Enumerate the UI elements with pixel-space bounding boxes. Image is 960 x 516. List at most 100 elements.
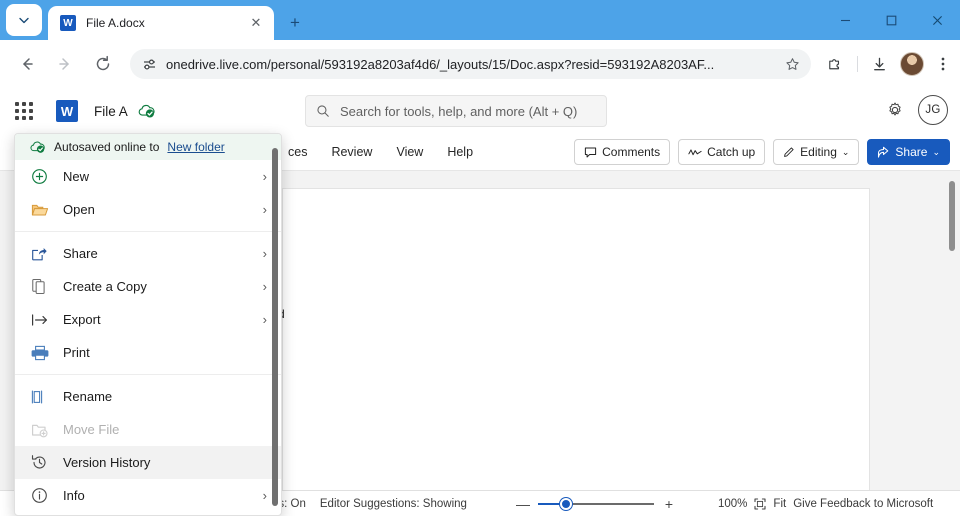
tab-help[interactable]: Help — [435, 141, 485, 163]
menu-divider — [15, 231, 281, 232]
browser-menu-button[interactable] — [928, 49, 958, 79]
editing-mode-button[interactable]: Editing ⌄ — [773, 139, 860, 165]
menu-item-label: Export — [63, 312, 101, 327]
status-editor-suggestions[interactable]: Editor Suggestions: Showing — [320, 498, 467, 510]
search-icon — [317, 105, 329, 117]
menu-scrollbar-thumb[interactable] — [272, 148, 278, 506]
three-dot-menu-icon — [941, 57, 945, 71]
site-settings-icon[interactable] — [136, 51, 162, 77]
editing-label: Editing — [800, 145, 837, 159]
cloud-check-icon[interactable] — [137, 103, 156, 119]
zoom-out-button[interactable]: — — [516, 496, 530, 512]
share-button[interactable]: Share ⌄ — [867, 139, 950, 165]
cloud-check-icon — [29, 140, 46, 154]
back-button[interactable] — [12, 49, 42, 79]
copy-icon — [31, 278, 53, 295]
download-icon — [873, 57, 885, 70]
menu-item-print[interactable]: Print — [15, 336, 281, 369]
tab-search-button[interactable] — [6, 4, 42, 36]
file-menu-flyout[interactable]: Autosaved online to New folder New › Ope… — [14, 133, 282, 516]
rename-icon — [31, 389, 53, 405]
activity-icon — [688, 148, 702, 155]
search-placeholder: Search for tools, help, and more (Alt + … — [340, 103, 578, 119]
menu-item-label: Rename — [63, 389, 113, 404]
status-left-group: ns: On Editor Suggestions: Showing — [272, 498, 467, 510]
zoom-slider[interactable] — [538, 497, 654, 511]
menu-item-label: Create a Copy — [63, 279, 147, 294]
gear-icon — [889, 102, 901, 116]
menu-item-rename[interactable]: Rename — [15, 380, 281, 413]
menu-item-create-a-copy[interactable]: Create a Copy › — [15, 270, 281, 303]
user-avatar[interactable]: JG — [918, 95, 948, 125]
close-window-button[interactable] — [914, 0, 960, 40]
ribbon-tabs: ces Review View Help — [276, 141, 485, 163]
maximize-icon — [886, 15, 896, 25]
reload-button[interactable] — [88, 49, 118, 79]
comments-button[interactable]: Comments — [574, 139, 671, 165]
autosave-folder-link[interactable]: New folder — [167, 140, 224, 154]
address-bar[interactable]: onedrive.live.com/personal/593192a8203af… — [130, 49, 811, 79]
menu-item-open[interactable]: Open › — [15, 193, 281, 226]
catch-up-button[interactable]: Catch up — [678, 139, 766, 165]
new-tab-button[interactable]: + — [282, 10, 308, 36]
settings-gear-button[interactable] — [886, 101, 904, 119]
chevron-right-icon: › — [262, 488, 267, 503]
document-scrollbar[interactable] — [948, 173, 958, 489]
chevron-down-icon — [19, 17, 29, 24]
document-name[interactable]: File A — [94, 104, 128, 119]
fit-label[interactable]: Fit — [773, 498, 786, 510]
menu-item-label: Info — [63, 488, 85, 503]
status-right-group: 100% Fit Give Feedback to Microsoft — [718, 498, 933, 510]
app-launcher-icon[interactable] — [10, 97, 38, 125]
maximize-button[interactable] — [868, 0, 914, 40]
menu-item-info[interactable]: Info › — [15, 479, 281, 512]
tab-view[interactable]: View — [384, 141, 435, 163]
extensions-button[interactable] — [819, 49, 849, 79]
scrollbar-thumb[interactable] — [949, 181, 955, 251]
tab-title: File A.docx — [86, 16, 145, 30]
pencil-icon — [784, 147, 794, 157]
forward-button[interactable] — [50, 49, 80, 79]
chevron-right-icon: › — [262, 312, 267, 327]
minimize-button[interactable] — [822, 0, 868, 40]
fit-icon — [754, 497, 766, 510]
menu-item-label: Open — [63, 202, 95, 217]
share-icon — [878, 146, 889, 158]
feedback-link[interactable]: Give Feedback to Microsoft — [793, 498, 933, 510]
menu-item-export[interactable]: Export › — [15, 303, 281, 336]
zoom-in-button[interactable]: + — [662, 496, 676, 512]
search-input[interactable]: Search for tools, help, and more (Alt + … — [305, 95, 607, 127]
move-file-icon — [31, 422, 53, 438]
comment-icon — [585, 147, 597, 157]
menu-divider — [15, 374, 281, 375]
word-header-actions: JG — [886, 95, 948, 125]
chevron-down-icon: ⌄ — [932, 146, 940, 157]
browser-profile-avatar[interactable] — [900, 52, 924, 76]
chevron-down-icon: ⌄ — [841, 146, 850, 157]
minimize-icon — [840, 19, 850, 21]
zoom-level-label[interactable]: 100% — [718, 498, 747, 510]
browser-window: W File A.docx ✕ + onedrive.live.com/pers… — [0, 0, 960, 516]
document-page[interactable]: d — [278, 188, 870, 491]
close-tab-icon[interactable]: ✕ — [246, 13, 266, 33]
puzzle-icon — [828, 58, 839, 69]
toolbar-divider — [857, 56, 858, 72]
share-label: Share — [895, 145, 928, 159]
word-app-icon[interactable]: W — [56, 100, 78, 122]
zoom-slider-thumb[interactable] — [560, 497, 572, 510]
menu-item-share[interactable]: Share › — [15, 237, 281, 270]
tab-review[interactable]: Review — [319, 141, 384, 163]
browser-tab[interactable]: W File A.docx ✕ — [48, 6, 274, 40]
plus-circle-icon — [31, 168, 53, 185]
comments-label: Comments — [602, 145, 661, 159]
window-controls — [822, 0, 960, 40]
downloads-button[interactable] — [864, 49, 894, 79]
menu-item-new[interactable]: New › — [15, 160, 281, 193]
chevron-right-icon: › — [262, 202, 267, 217]
folder-icon — [31, 202, 53, 218]
bookmark-star-icon[interactable] — [779, 51, 805, 77]
menu-item-version-history[interactable]: Version History — [15, 446, 281, 479]
autosave-status: Autosaved online to New folder — [15, 134, 281, 160]
tab-references[interactable]: ces — [276, 141, 319, 163]
chevron-right-icon: › — [262, 279, 267, 294]
